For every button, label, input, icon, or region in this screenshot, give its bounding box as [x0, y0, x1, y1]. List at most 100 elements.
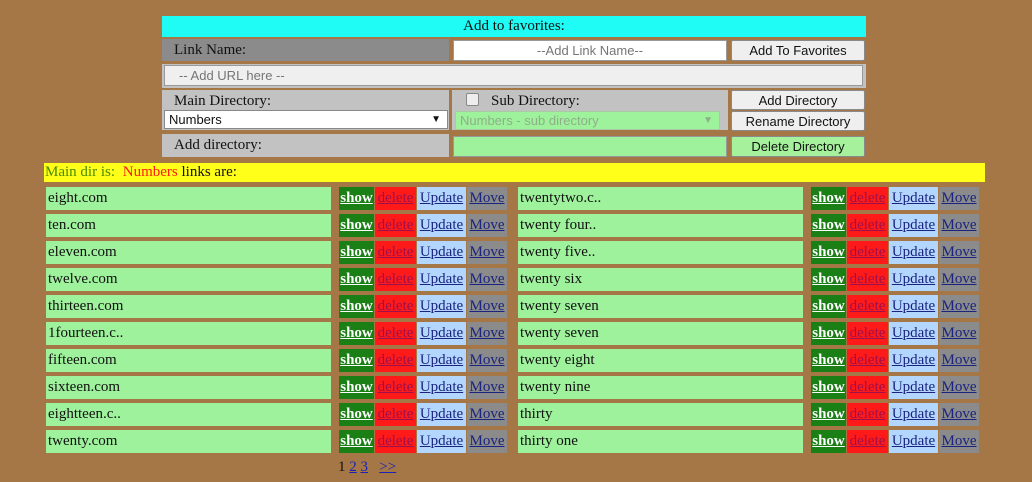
url-input[interactable]	[164, 65, 863, 86]
delete-link[interactable]: delete	[847, 187, 888, 210]
sub-directory-checkbox[interactable]	[466, 93, 479, 106]
link-name: twenty seven	[518, 322, 803, 345]
update-link[interactable]: Update	[889, 241, 938, 264]
show-link[interactable]: show	[339, 349, 374, 372]
move-link[interactable]: Move	[467, 430, 507, 453]
update-link[interactable]: Update	[889, 295, 938, 318]
update-link[interactable]: Update	[417, 295, 466, 318]
delete-link[interactable]: delete	[847, 376, 888, 399]
move-link[interactable]: Move	[939, 322, 979, 345]
move-link[interactable]: Move	[939, 349, 979, 372]
move-link[interactable]: Move	[939, 430, 979, 453]
delete-link[interactable]: delete	[375, 295, 416, 318]
page-link-2[interactable]: 2	[349, 459, 357, 475]
delete-directory-button[interactable]: Delete Directory	[731, 136, 865, 157]
add-directory-button[interactable]: Add Directory	[731, 90, 865, 110]
delete-link[interactable]: delete	[847, 214, 888, 237]
link-name: twenty nine	[518, 376, 803, 399]
show-link[interactable]: show	[811, 403, 846, 426]
update-link[interactable]: Update	[889, 268, 938, 291]
show-link[interactable]: show	[811, 214, 846, 237]
update-link[interactable]: Update	[417, 214, 466, 237]
update-link[interactable]: Update	[889, 403, 938, 426]
rename-directory-button[interactable]: Rename Directory	[731, 111, 865, 131]
update-link[interactable]: Update	[889, 214, 938, 237]
link-name-input[interactable]	[453, 40, 727, 61]
show-link[interactable]: show	[811, 187, 846, 210]
delete-link[interactable]: delete	[847, 322, 888, 345]
show-link[interactable]: show	[339, 295, 374, 318]
update-link[interactable]: Update	[889, 322, 938, 345]
delete-link[interactable]: delete	[375, 214, 416, 237]
delete-link[interactable]: delete	[847, 430, 888, 453]
show-link[interactable]: show	[811, 430, 846, 453]
move-link[interactable]: Move	[467, 295, 507, 318]
update-link[interactable]: Update	[417, 430, 466, 453]
add-directory-input[interactable]	[453, 136, 727, 157]
show-link[interactable]: show	[811, 241, 846, 264]
show-link[interactable]: show	[339, 268, 374, 291]
delete-link[interactable]: delete	[375, 241, 416, 264]
main-dir-suffix: links are:	[181, 164, 237, 180]
delete-link[interactable]: delete	[375, 430, 416, 453]
delete-link[interactable]: delete	[847, 403, 888, 426]
show-link[interactable]: show	[811, 322, 846, 345]
main-dir-name: Numbers	[122, 164, 178, 180]
move-link[interactable]: Move	[939, 403, 979, 426]
show-link[interactable]: show	[339, 187, 374, 210]
update-link[interactable]: Update	[417, 403, 466, 426]
add-to-favorites-button[interactable]: Add To Favorites	[731, 40, 865, 61]
show-link[interactable]: show	[339, 403, 374, 426]
move-link[interactable]: Move	[467, 403, 507, 426]
update-link[interactable]: Update	[889, 349, 938, 372]
delete-link[interactable]: delete	[847, 241, 888, 264]
show-link[interactable]: show	[811, 376, 846, 399]
move-link[interactable]: Move	[467, 376, 507, 399]
move-link[interactable]: Move	[467, 268, 507, 291]
move-link[interactable]: Move	[939, 376, 979, 399]
page-next-link[interactable]: >>	[379, 459, 396, 475]
update-link[interactable]: Update	[417, 268, 466, 291]
update-link[interactable]: Update	[889, 430, 938, 453]
show-link[interactable]: show	[811, 349, 846, 372]
delete-link[interactable]: delete	[847, 268, 888, 291]
delete-link[interactable]: delete	[375, 403, 416, 426]
delete-link[interactable]: delete	[847, 295, 888, 318]
update-link[interactable]: Update	[889, 187, 938, 210]
move-link[interactable]: Move	[939, 295, 979, 318]
update-link[interactable]: Update	[417, 376, 466, 399]
add-directory-label: Add directory:	[162, 134, 449, 157]
update-link[interactable]: Update	[417, 241, 466, 264]
show-link[interactable]: show	[811, 268, 846, 291]
delete-link[interactable]: delete	[375, 322, 416, 345]
delete-link[interactable]: delete	[375, 349, 416, 372]
move-link[interactable]: Move	[467, 349, 507, 372]
show-link[interactable]: show	[339, 214, 374, 237]
main-directory-select[interactable]: Numbers ▼	[164, 110, 448, 129]
update-link[interactable]: Update	[417, 322, 466, 345]
page-link-3[interactable]: 3	[361, 459, 369, 475]
move-link[interactable]: Move	[939, 214, 979, 237]
show-link[interactable]: show	[339, 322, 374, 345]
show-link[interactable]: show	[811, 295, 846, 318]
chevron-down-icon: ▼	[431, 114, 441, 125]
update-link[interactable]: Update	[417, 187, 466, 210]
link-name: eleven.com	[46, 241, 331, 264]
move-link[interactable]: Move	[467, 322, 507, 345]
sub-directory-select[interactable]: Numbers - sub directory ▼	[455, 111, 720, 130]
show-link[interactable]: show	[339, 241, 374, 264]
move-link[interactable]: Move	[467, 214, 507, 237]
move-link[interactable]: Move	[467, 187, 507, 210]
move-link[interactable]: Move	[939, 241, 979, 264]
delete-link[interactable]: delete	[847, 349, 888, 372]
move-link[interactable]: Move	[939, 187, 979, 210]
update-link[interactable]: Update	[417, 349, 466, 372]
delete-link[interactable]: delete	[375, 376, 416, 399]
show-link[interactable]: show	[339, 430, 374, 453]
delete-link[interactable]: delete	[375, 268, 416, 291]
move-link[interactable]: Move	[939, 268, 979, 291]
delete-link[interactable]: delete	[375, 187, 416, 210]
move-link[interactable]: Move	[467, 241, 507, 264]
show-link[interactable]: show	[339, 376, 374, 399]
update-link[interactable]: Update	[889, 376, 938, 399]
